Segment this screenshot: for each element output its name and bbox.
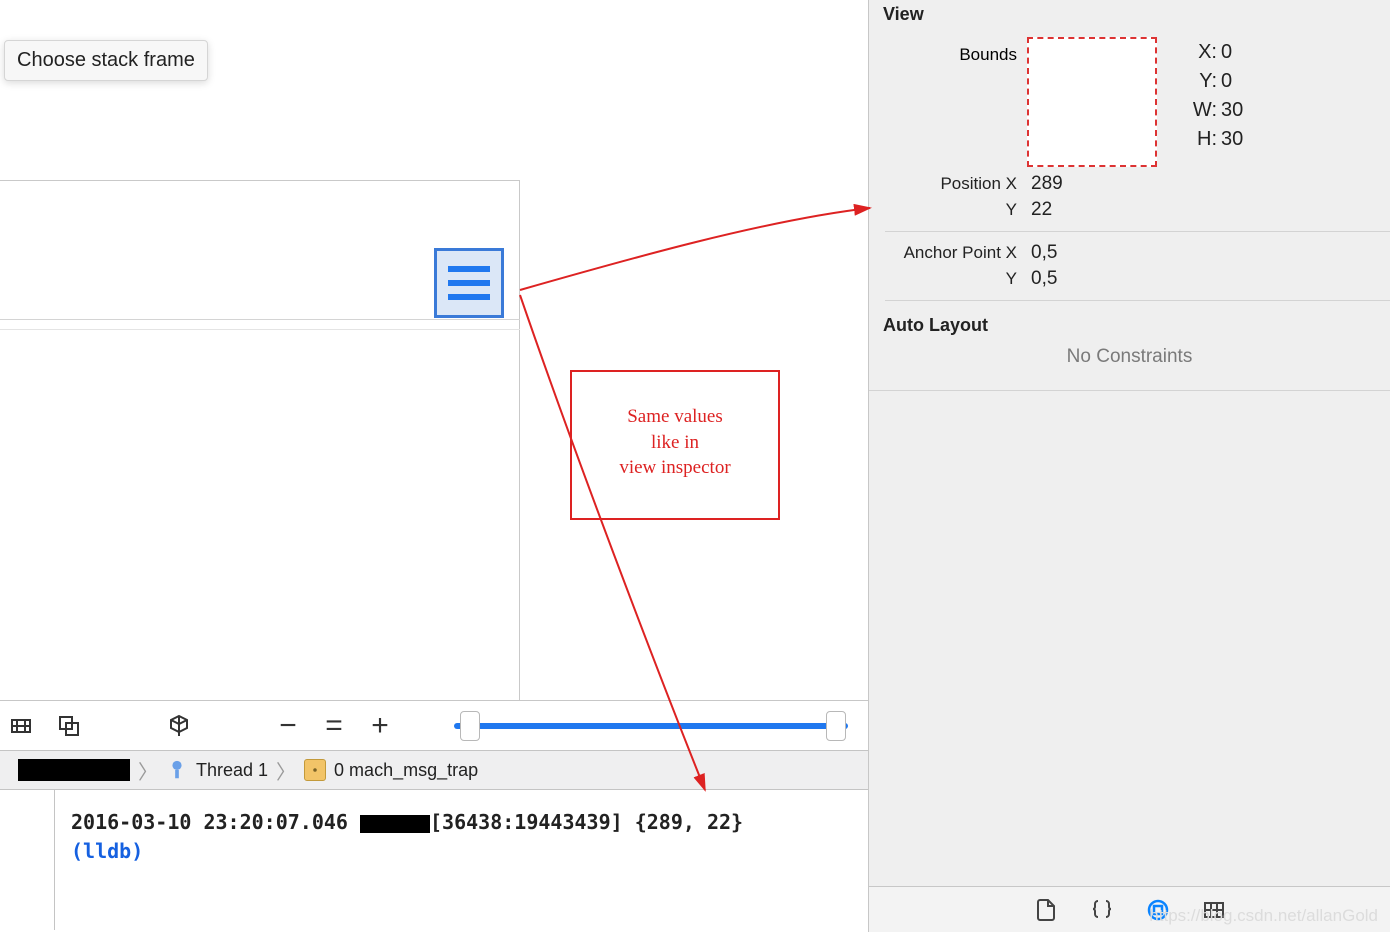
bounds-h: 30 bbox=[1221, 128, 1243, 151]
bounds-values: X:0 Y:0 W:30 H:30 bbox=[1189, 37, 1243, 151]
chevron-right-icon: 〉 bbox=[276, 756, 296, 785]
gear-icon bbox=[304, 759, 326, 781]
position-x-value[interactable]: 289 bbox=[1027, 173, 1063, 195]
lldb-prompt: (lldb) bbox=[71, 839, 143, 863]
bounds-y: 0 bbox=[1221, 70, 1232, 93]
inspector-panel: View Bounds X:0 Y:0 W:30 H:30 Position X… bbox=[868, 0, 1390, 932]
hamburger-button[interactable] bbox=[434, 248, 504, 318]
process-name-redacted bbox=[18, 759, 130, 781]
section-title-view: View bbox=[869, 0, 1390, 33]
anchor-x-value[interactable]: 0,5 bbox=[1027, 242, 1057, 264]
zoom-in-button[interactable]: + bbox=[368, 709, 392, 743]
hamburger-icon bbox=[448, 266, 490, 300]
chevron-right-icon: 〉 bbox=[138, 756, 158, 785]
annotation-text: Same values like in view inspector bbox=[570, 404, 780, 481]
frame-label[interactable]: 0 mach_msg_trap bbox=[334, 760, 478, 781]
bounds-x: 0 bbox=[1221, 41, 1232, 64]
thread-icon bbox=[166, 759, 188, 781]
no-constraints-label: No Constraints bbox=[869, 342, 1390, 382]
3d-view-icon[interactable] bbox=[166, 713, 192, 739]
zoom-reset-button[interactable]: = bbox=[322, 709, 346, 743]
bounds-preview-box[interactable] bbox=[1027, 37, 1157, 167]
position-y-value[interactable]: 22 bbox=[1027, 199, 1052, 221]
console-timestamp: 2016-03-10 23:20:07.046 bbox=[71, 810, 348, 834]
bounds-label: Bounds bbox=[869, 37, 1027, 65]
spacing-slider[interactable] bbox=[454, 711, 848, 741]
console-bracket: [36438:19443439] bbox=[430, 810, 623, 834]
anchor-y-label: Y bbox=[869, 269, 1027, 289]
tab-file-icon[interactable] bbox=[1031, 895, 1061, 925]
position-y-label: Y bbox=[869, 200, 1027, 220]
annotation-box bbox=[570, 370, 780, 520]
anchor-x-label: Anchor Point X bbox=[869, 243, 1027, 263]
section-title-autolayout: Auto Layout bbox=[869, 309, 1390, 342]
choose-stack-frame-popup[interactable]: Choose stack frame bbox=[4, 40, 208, 81]
anchor-y-value[interactable]: 0,5 bbox=[1027, 268, 1057, 290]
console-value: {289, 22} bbox=[635, 810, 743, 834]
position-x-label: Position X bbox=[869, 174, 1027, 194]
zoom-out-button[interactable]: − bbox=[276, 709, 300, 743]
thread-label[interactable]: Thread 1 bbox=[196, 760, 268, 781]
constraints-icon[interactable] bbox=[8, 713, 34, 739]
clipped-views-icon[interactable] bbox=[56, 713, 82, 739]
tab-braces-icon[interactable] bbox=[1087, 895, 1117, 925]
debug-view-toolbar: − = + bbox=[0, 700, 868, 750]
console-redacted bbox=[360, 815, 430, 833]
bounds-w: 30 bbox=[1221, 99, 1243, 122]
annotation-arrow-top bbox=[505, 190, 885, 310]
watermark: https://blog.csdn.net/allanGold bbox=[1149, 906, 1378, 926]
debug-breadcrumb: 〉 Thread 1 〉 0 mach_msg_trap bbox=[0, 750, 868, 790]
debug-console[interactable]: 2016-03-10 23:20:07.046 [36438:19443439]… bbox=[54, 790, 868, 930]
